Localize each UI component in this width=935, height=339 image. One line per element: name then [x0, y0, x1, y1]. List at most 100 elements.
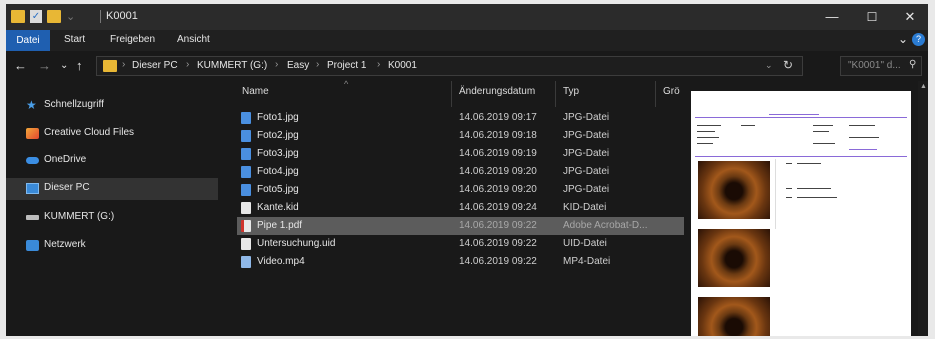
sidebar-item-dieser-pc[interactable]: Dieser PC	[6, 178, 218, 200]
tab-ansicht[interactable]: Ansicht	[177, 34, 210, 45]
column-header-type[interactable]: Typ	[563, 86, 579, 97]
folder-icon	[103, 60, 117, 72]
navigation-pane: ★ Schnellzugriff Creative Cloud Files On…	[6, 81, 218, 336]
file-type: JPG-Datei	[563, 112, 610, 123]
table-row[interactable]: Kante.kid 14.06.2019 09:24 KID-Datei	[237, 199, 684, 217]
generic-file-icon	[241, 202, 251, 214]
help-icon[interactable]: ?	[912, 33, 925, 46]
preview-text-line	[797, 197, 837, 198]
tab-datei[interactable]: Datei	[6, 30, 50, 51]
column-header-size[interactable]: Grö	[663, 86, 680, 97]
preview-text-line	[797, 163, 821, 164]
drive-icon	[26, 215, 39, 220]
chevron-right-icon[interactable]: ›	[316, 59, 319, 70]
column-divider[interactable]	[451, 81, 452, 107]
pipe-photo-thumbnail	[698, 161, 770, 219]
preview-text-line	[786, 197, 792, 198]
column-header-date[interactable]: Änderungsdatum	[459, 86, 535, 97]
table-row[interactable]: Foto1.jpg 14.06.2019 09:17 JPG-Datei	[237, 109, 684, 127]
folder-icon[interactable]	[11, 10, 25, 23]
refresh-icon[interactable]: ↻	[783, 58, 793, 72]
ribbon-tabs: Datei Start Freigeben Ansicht ⌄ ?	[6, 30, 928, 51]
chevron-right-icon[interactable]: ›	[275, 59, 278, 70]
explorer-window: ✓ ⌄ K0001 — ☐ ✕ Datei Start Freigeben An…	[6, 4, 928, 336]
image-file-icon	[241, 184, 251, 196]
breadcrumb-drive[interactable]: KUMMERT (G:)	[197, 60, 267, 71]
chevron-right-icon[interactable]: ›	[186, 59, 189, 70]
file-type: MP4-Datei	[563, 256, 611, 267]
quick-access-dropdown-icon[interactable]: ⌄	[66, 10, 75, 23]
tab-freigeben[interactable]: Freigeben	[110, 34, 155, 45]
sidebar-item-label: KUMMERT (G:)	[44, 211, 115, 222]
pdf-preview-page	[691, 91, 911, 336]
chevron-right-icon[interactable]: ›	[377, 59, 380, 70]
chevron-right-icon[interactable]: ›	[122, 59, 125, 70]
search-placeholder: "K0001" d...	[848, 60, 901, 71]
up-arrow-icon[interactable]: ↑	[76, 58, 83, 73]
forward-arrow-icon[interactable]: →	[38, 58, 51, 73]
file-date: 14.06.2019 09:18	[459, 130, 537, 141]
file-type: JPG-Datei	[563, 166, 610, 177]
star-icon: ★	[26, 98, 37, 112]
video-file-icon	[241, 256, 251, 268]
search-input[interactable]: "K0001" d... ⚲	[840, 56, 922, 76]
sidebar-item-label: Schnellzugriff	[44, 99, 104, 110]
file-date: 14.06.2019 09:24	[459, 202, 537, 213]
table-row[interactable]: Foto4.jpg 14.06.2019 09:20 JPG-Datei	[237, 163, 684, 181]
creative-cloud-icon	[26, 128, 39, 139]
file-name: Foto2.jpg	[257, 130, 299, 141]
column-divider[interactable]	[555, 81, 556, 107]
image-file-icon	[241, 148, 251, 160]
preview-text-line	[697, 137, 719, 138]
sidebar-item-netzwerk[interactable]: Netzwerk	[6, 235, 218, 257]
table-row[interactable]: Foto5.jpg 14.06.2019 09:20 JPG-Datei	[237, 181, 684, 199]
pdf-file-icon	[241, 220, 251, 232]
minimize-button[interactable]: —	[812, 4, 852, 30]
image-file-icon	[241, 166, 251, 178]
table-row[interactable]: Foto2.jpg 14.06.2019 09:18 JPG-Datei	[237, 127, 684, 145]
close-button[interactable]: ✕	[890, 4, 928, 30]
sidebar-item-schnellzugriff[interactable]: ★ Schnellzugriff	[6, 95, 218, 117]
sidebar-item-label: Dieser PC	[44, 182, 90, 193]
address-bar[interactable]: › Dieser PC › KUMMERT (G:) › Easy › Proj…	[96, 56, 803, 76]
search-icon[interactable]: ⚲	[909, 59, 916, 70]
breadcrumb-k0001[interactable]: K0001	[388, 60, 417, 71]
scroll-up-icon[interactable]: ▲	[920, 83, 927, 90]
table-row[interactable]: Untersuchung.uid 14.06.2019 09:22 UID-Da…	[237, 235, 684, 253]
sidebar-item-kummert[interactable]: KUMMERT (G:)	[6, 207, 218, 229]
expand-ribbon-icon[interactable]: ⌄	[898, 32, 908, 46]
new-folder-icon[interactable]	[47, 10, 61, 23]
recent-locations-icon[interactable]: ⌄	[60, 60, 68, 71]
sidebar-item-creative-cloud[interactable]: Creative Cloud Files	[6, 123, 218, 145]
column-header-name[interactable]: Name	[242, 86, 269, 97]
column-divider[interactable]	[655, 81, 656, 107]
file-type: Adobe Acrobat-D...	[563, 220, 648, 231]
file-type: UID-Datei	[563, 238, 607, 249]
preview-scrollbar[interactable]: ▲	[918, 81, 928, 336]
file-name: Kante.kid	[257, 202, 299, 213]
table-row[interactable]: Pipe 1.pdf 14.06.2019 09:22 Adobe Acroba…	[237, 217, 684, 235]
image-file-icon	[241, 112, 251, 124]
breadcrumb-project[interactable]: Project 1	[327, 60, 366, 71]
maximize-button[interactable]: ☐	[852, 4, 892, 30]
file-name: Untersuchung.uid	[257, 238, 336, 249]
file-date: 14.06.2019 09:22	[459, 220, 537, 231]
properties-icon[interactable]: ✓	[30, 10, 42, 23]
breadcrumb-easy[interactable]: Easy	[287, 60, 309, 71]
sidebar-item-onedrive[interactable]: OneDrive	[6, 150, 218, 172]
file-date: 14.06.2019 09:22	[459, 238, 537, 249]
cloud-icon	[26, 157, 39, 164]
breadcrumb-dieser-pc[interactable]: Dieser PC	[132, 60, 178, 71]
table-row[interactable]: Foto3.jpg 14.06.2019 09:19 JPG-Datei	[237, 145, 684, 163]
preview-text-line	[697, 125, 721, 126]
tab-start[interactable]: Start	[64, 34, 85, 45]
file-date: 14.06.2019 09:22	[459, 256, 537, 267]
sidebar-item-label: Creative Cloud Files	[44, 127, 135, 138]
address-dropdown-icon[interactable]: ⌄	[765, 60, 773, 71]
back-arrow-icon[interactable]: ←	[14, 58, 27, 73]
file-date: 14.06.2019 09:20	[459, 166, 537, 177]
navigation-bar: ← → ⌄ ↑ › Dieser PC › KUMMERT (G:) › Eas…	[6, 51, 928, 81]
file-type: JPG-Datei	[563, 184, 610, 195]
sidebar-item-label: Netzwerk	[44, 239, 86, 250]
table-row[interactable]: Video.mp4 14.06.2019 09:22 MP4-Datei	[237, 253, 684, 271]
